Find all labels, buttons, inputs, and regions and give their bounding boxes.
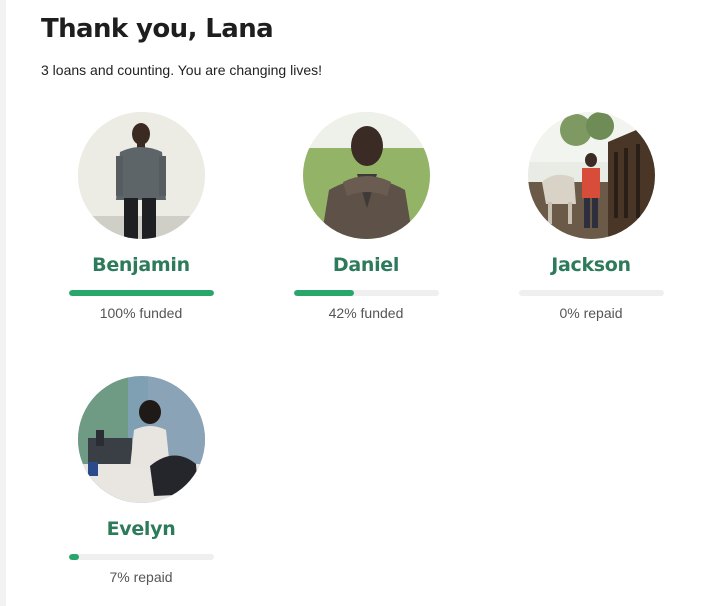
progress-bar-fill <box>68 290 214 296</box>
page-title: Thank you, Lana <box>41 14 274 44</box>
progress-bar <box>68 554 214 560</box>
loan-status: 7% repaid <box>109 569 173 585</box>
borrower-photo-image <box>527 112 655 239</box>
loan-status: 42% funded <box>328 305 404 321</box>
loan-card[interactable]: Jackson 0% repaid <box>516 112 666 321</box>
thank-you-page: Thank you, Lana 3 loans and counting. Yo… <box>0 0 720 606</box>
progress-bar <box>518 290 664 296</box>
progress-bar-fill <box>68 554 79 560</box>
loan-card[interactable]: Evelyn 7% repaid <box>66 376 216 585</box>
borrower-photo-image <box>302 112 430 239</box>
progress-bar <box>68 290 214 296</box>
loan-status: 100% funded <box>99 305 183 321</box>
borrower-photo-image <box>77 376 205 503</box>
page-subtitle: 3 loans and counting. You are changing l… <box>41 62 322 78</box>
borrower-photo[interactable] <box>77 112 205 239</box>
left-rail <box>0 0 6 606</box>
loan-status: 0% repaid <box>559 305 623 321</box>
progress-bar <box>293 290 439 296</box>
borrower-photo-image <box>77 112 205 239</box>
progress-bar-fill <box>293 290 355 296</box>
borrower-name[interactable]: Jackson <box>516 254 666 278</box>
borrower-photo[interactable] <box>77 376 205 503</box>
borrower-name[interactable]: Daniel <box>291 254 441 278</box>
loan-card[interactable]: Daniel 42% funded <box>291 112 441 321</box>
right-rail <box>708 0 720 606</box>
borrower-name[interactable]: Evelyn <box>66 518 216 542</box>
borrower-photo[interactable] <box>302 112 430 239</box>
loan-card[interactable]: Benjamin 100% funded <box>66 112 216 321</box>
borrower-name[interactable]: Benjamin <box>66 254 216 278</box>
borrower-photo[interactable] <box>527 112 655 239</box>
